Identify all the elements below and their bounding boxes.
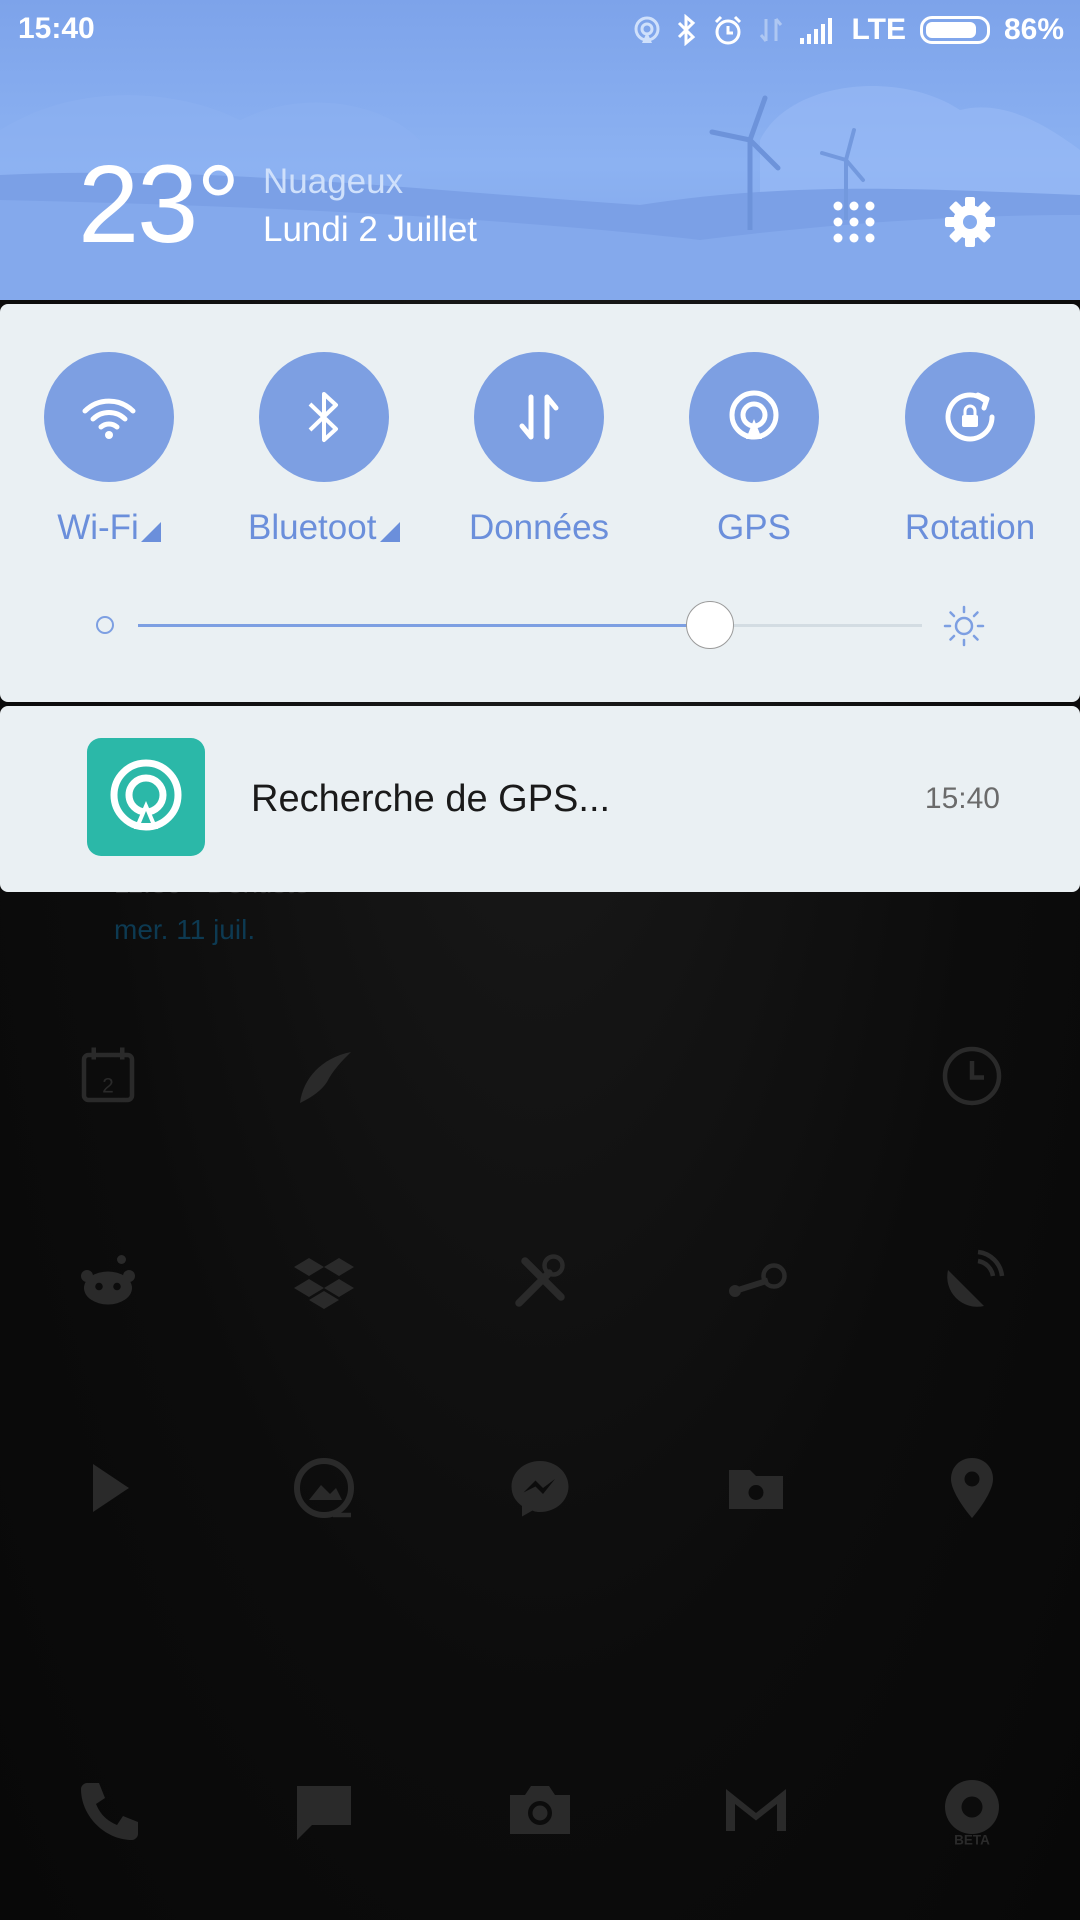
calendar-app-icon[interactable]: 2 bbox=[68, 1036, 148, 1116]
svg-text:BETA: BETA bbox=[954, 1833, 990, 1847]
bluetooth-icon bbox=[676, 14, 698, 46]
expand-triangle-icon bbox=[380, 522, 400, 542]
brightness-low-icon bbox=[96, 616, 114, 634]
satellite-app-icon[interactable] bbox=[932, 1242, 1012, 1322]
wifi-icon bbox=[82, 398, 136, 439]
reddit-app-icon[interactable] bbox=[68, 1242, 148, 1322]
bluetooth-icon bbox=[308, 392, 338, 442]
messenger-app-icon[interactable] bbox=[500, 1448, 580, 1528]
toggle-label: Rotation bbox=[904, 508, 1036, 547]
status-time: 15:40 bbox=[18, 12, 95, 45]
notification-title: Recherche de GPS... bbox=[251, 778, 611, 820]
shade-header: 15:40 LTE 86% 23° Nuageux Lundi 2 Juille… bbox=[0, 0, 1080, 300]
folder-lock-app-icon[interactable] bbox=[716, 1448, 796, 1528]
data-transfer-icon bbox=[758, 15, 784, 45]
apps-grid-button[interactable] bbox=[822, 190, 886, 254]
notification-app-icon bbox=[87, 738, 205, 856]
settings-gear-icon bbox=[945, 197, 995, 247]
brightness-fill bbox=[138, 624, 711, 627]
status-icons: LTE 86% bbox=[632, 10, 1064, 50]
gps-search-notification[interactable]: Recherche de GPS... 15:40 bbox=[0, 706, 1080, 892]
gps-icon bbox=[729, 390, 779, 440]
toggle-label: Wi-Fi bbox=[57, 508, 139, 547]
messages-app-icon[interactable] bbox=[284, 1770, 364, 1850]
brightness-thumb[interactable] bbox=[686, 601, 735, 649]
weather-temperature[interactable]: 23° bbox=[78, 150, 240, 260]
expand-triangle-icon bbox=[140, 522, 161, 542]
dropbox-app-icon[interactable] bbox=[284, 1242, 364, 1322]
notification-time: 15:40 bbox=[924, 782, 1000, 815]
gps-icon bbox=[632, 15, 662, 45]
camera-app-icon[interactable] bbox=[500, 1770, 580, 1850]
brightness-high-icon bbox=[943, 605, 985, 647]
toggle-label: GPS bbox=[717, 508, 791, 547]
calendar-widget-date: mer. 11 juil. bbox=[114, 914, 256, 945]
quick-settings-panel: Wi-Fi Bluetooth Données bbox=[0, 304, 1080, 702]
network-type: LTE bbox=[851, 13, 906, 46]
settings-button[interactable] bbox=[938, 190, 1002, 254]
toggle-rotation[interactable]: Rotation bbox=[880, 352, 1060, 548]
weather-condition[interactable]: Nuageux bbox=[263, 162, 403, 202]
tools-app-icon[interactable] bbox=[500, 1242, 580, 1322]
toggle-wifi[interactable]: Wi-Fi bbox=[19, 352, 199, 548]
brightness-slider[interactable] bbox=[0, 594, 1080, 654]
toggle-gps[interactable]: GPS bbox=[664, 352, 844, 548]
clock-app-icon[interactable] bbox=[932, 1036, 1012, 1116]
play-store-app-icon[interactable] bbox=[68, 1448, 148, 1528]
battery-icon bbox=[919, 16, 990, 44]
toggle-label: Bluetooth bbox=[248, 508, 378, 547]
toggle-bluetooth[interactable]: Bluetooth bbox=[234, 352, 414, 548]
brightness-track[interactable] bbox=[138, 624, 922, 627]
weather-date[interactable]: Lundi 2 Juillet bbox=[263, 210, 477, 250]
gallery-app-icon[interactable] bbox=[284, 1448, 364, 1528]
chrome-beta-app-icon[interactable]: BETA bbox=[932, 1770, 1012, 1850]
svg-text:2: 2 bbox=[102, 1075, 114, 1098]
signal-icon bbox=[798, 16, 838, 44]
gmail-app-icon[interactable] bbox=[716, 1770, 796, 1850]
battery-percent: 86% bbox=[1003, 13, 1064, 46]
maps-app-icon[interactable] bbox=[932, 1448, 1012, 1528]
gps-icon bbox=[110, 759, 182, 831]
phone-app-icon[interactable] bbox=[68, 1770, 148, 1850]
steam-app-icon[interactable] bbox=[716, 1242, 796, 1322]
toggle-label: Données bbox=[468, 508, 610, 547]
alarm-icon bbox=[712, 14, 744, 46]
toggle-mobile-data[interactable]: Données bbox=[449, 352, 629, 548]
wing-app-icon[interactable] bbox=[284, 1036, 364, 1116]
status-bar: 15:40 LTE 86% bbox=[0, 0, 1080, 62]
data-icon bbox=[519, 394, 559, 440]
rotation-lock-icon bbox=[945, 392, 995, 442]
apps-grid-icon bbox=[833, 201, 875, 243]
